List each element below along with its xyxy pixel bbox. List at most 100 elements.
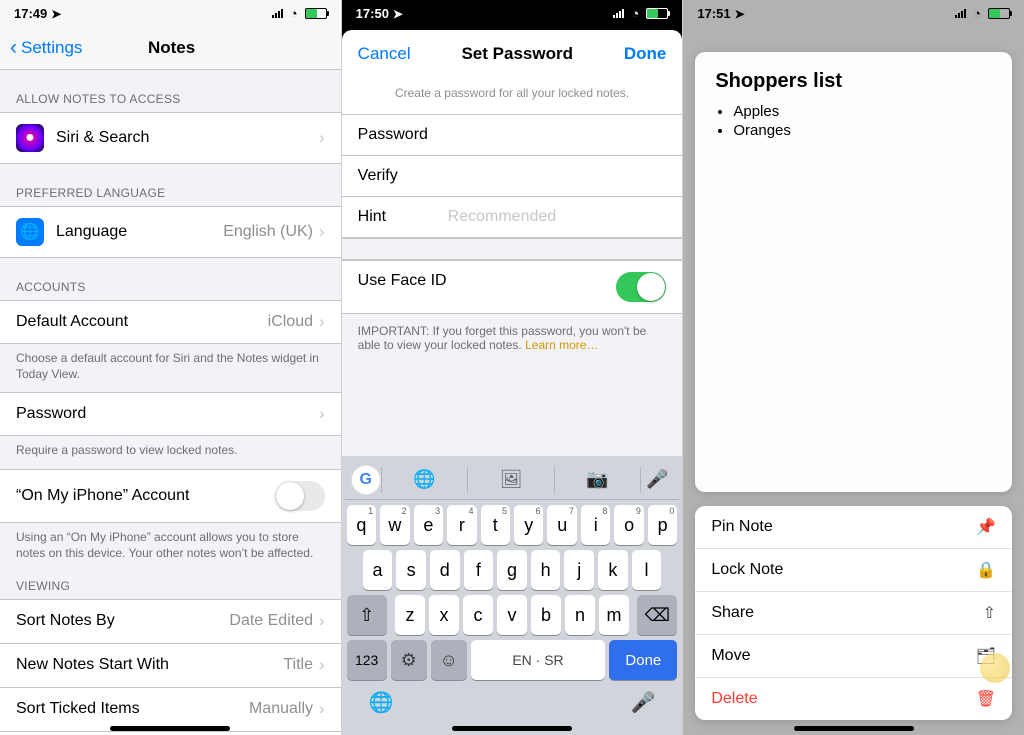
menu-share[interactable]: Share ⇧ [695,592,1012,635]
key-h[interactable]: h [531,550,561,590]
field-verify[interactable]: Verify [342,156,683,197]
key-y[interactable]: y6 [514,505,543,545]
trash-icon: 🗑 [976,689,996,709]
key-x[interactable]: x [429,595,459,635]
battery-icon [305,8,327,19]
field-hint[interactable]: Hint [342,197,683,238]
key-n[interactable]: n [565,595,595,635]
on-my-iphone-toggle[interactable] [275,481,325,511]
key-r[interactable]: r4 [447,505,476,545]
cell-language[interactable]: 🌐 Language English (UK) › [0,206,341,258]
done-button[interactable]: Done [624,44,667,64]
note-title: Shoppers list [715,70,992,93]
wifi-icon: ◔ [287,6,301,21]
menu-pin[interactable]: Pin Note 📌 [695,506,1012,549]
key-d[interactable]: d [430,550,460,590]
cell-default-account[interactable]: Default Account iCloud › [0,300,341,344]
home-indicator[interactable] [110,726,230,731]
cell-faceid[interactable]: Use Face ID [342,260,683,314]
field-password[interactable]: Password [342,115,683,156]
language-value: English (UK) [223,223,313,241]
location-icon: ➤ [735,7,745,21]
key-e[interactable]: e3 [414,505,443,545]
key-f[interactable]: f [464,550,494,590]
key-b[interactable]: b [531,595,561,635]
camera-icon[interactable]: 📷 [555,469,641,490]
learn-more-link[interactable]: Learn more… [525,338,598,352]
dictation-key[interactable]: 🎤 [630,690,655,715]
key-l[interactable]: l [632,550,662,590]
menu-delete[interactable]: Delete 🗑 [695,678,1012,720]
menu-lock[interactable]: Lock Note 🔒 [695,549,1012,592]
home-indicator[interactable] [452,726,572,731]
location-icon: ➤ [51,7,61,21]
sort-notes-label: Sort Notes By [16,612,115,630]
password-label: Password [16,405,86,423]
cell-sort-ticked[interactable]: Sort Ticked Items Manually › [0,687,341,731]
space-key[interactable]: EN · SR [471,640,606,680]
key-w[interactable]: w2 [380,505,409,545]
google-icon[interactable]: G [351,465,381,495]
cancel-button[interactable]: Cancel [358,44,411,64]
faceid-toggle[interactable] [616,272,666,302]
key-v[interactable]: v [497,595,527,635]
numbers-key[interactable]: 123 [347,640,387,680]
cell-siri[interactable]: ● Siri & Search › [0,112,341,164]
translate-icon[interactable]: 🌐 [382,469,468,490]
cell-on-my-iphone[interactable]: “On My iPhone” Account [0,469,341,523]
default-account-value: iCloud [268,313,313,331]
siri-icon: ● [16,124,44,152]
verify-field-label: Verify [358,167,448,185]
key-o[interactable]: o9 [614,505,643,545]
new-notes-value: Title [283,656,313,674]
key-j[interactable]: j [564,550,594,590]
menu-move[interactable]: Move 🗂 [695,635,1012,678]
verify-input[interactable] [448,167,667,185]
key-s[interactable]: s [396,550,426,590]
key-g[interactable]: g [497,550,527,590]
backspace-key[interactable]: ⌫ [637,595,677,635]
mic-icon[interactable]: 🎤 [641,469,673,490]
cell-sort-notes[interactable]: Sort Notes By Date Edited › [0,599,341,643]
key-z[interactable]: z [395,595,425,635]
key-u[interactable]: u7 [547,505,576,545]
nav-bar: ‹ Settings Notes [0,26,341,70]
group-header-language: PREFERRED LANGUAGE [0,164,341,206]
key-p[interactable]: p0 [648,505,677,545]
note-preview-card[interactable]: Shoppers list Apples Oranges [695,52,1012,492]
cell-lines-grids[interactable]: Lines & Grids None › [0,731,341,735]
key-t[interactable]: t5 [481,505,510,545]
compose-button[interactable] [980,653,1010,683]
key-a[interactable]: a [363,550,393,590]
globe-key[interactable]: 🌐 [369,690,394,715]
wifi-icon: ◔ [970,6,984,21]
key-c[interactable]: c [463,595,493,635]
cell-password[interactable]: Password › [0,392,341,436]
key-i[interactable]: i8 [581,505,610,545]
keyboard-done-key[interactable]: Done [609,640,677,680]
signal-icon [272,8,283,18]
emoji-key[interactable]: ☺ [431,640,467,680]
sheet-subtitle: Create a password for all your locked no… [342,78,683,115]
settings-key[interactable]: ⚙ [391,640,427,680]
key-q[interactable]: q1 [347,505,376,545]
hint-input[interactable] [448,208,667,226]
shift-key[interactable]: ⇧ [347,595,387,635]
image-search-icon[interactable]: 🖼 [468,469,554,490]
set-password-sheet: Cancel Set Password Done Create a passwo… [342,30,683,735]
context-menu: Pin Note 📌 Lock Note 🔒 Share ⇧ Move 🗂 De… [695,506,1012,720]
cell-new-notes[interactable]: New Notes Start With Title › [0,643,341,687]
group-header-access: ALLOW NOTES TO ACCESS [0,70,341,112]
key-m[interactable]: m [599,595,629,635]
menu-delete-label: Delete [711,690,757,708]
key-k[interactable]: k [598,550,628,590]
password-input[interactable] [448,126,667,144]
share-icon: ⇧ [983,603,996,623]
chevron-right-icon: › [319,128,325,148]
wifi-icon: ◔ [628,6,642,21]
back-button[interactable]: ‹ Settings [10,36,82,60]
home-indicator[interactable] [794,726,914,731]
keyboard: G 🌐 🖼 📷 🎤 q1w2e3r4t5y6u7i8o9p0 asdfghjkl… [342,456,683,735]
list-item: Apples [733,103,992,120]
group-header-viewing: VIEWING [0,571,341,599]
